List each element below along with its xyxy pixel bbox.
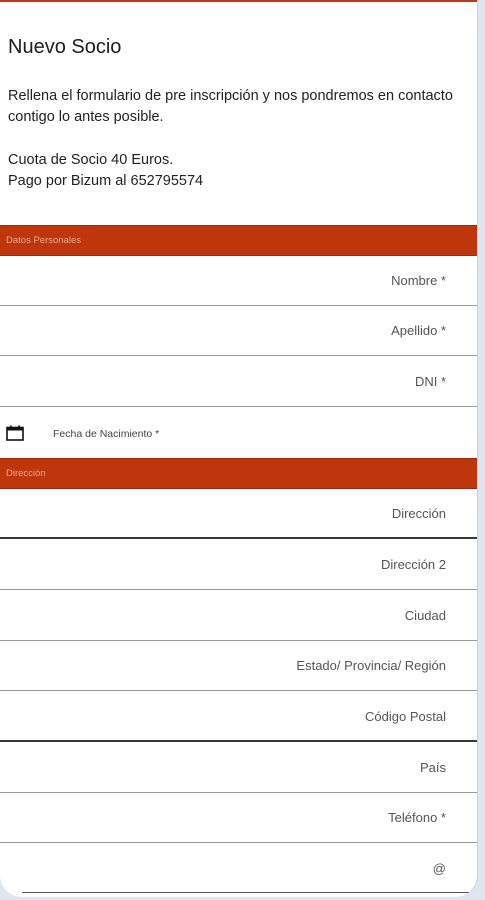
- telefono-field[interactable]: Teléfono *: [0, 793, 477, 843]
- fee-amount: Cuota de Socio 40 Euros.: [8, 152, 174, 168]
- section-header-address: Dirección: [0, 458, 477, 489]
- direccion2-field[interactable]: Dirección 2: [0, 540, 477, 590]
- payment-info: Pago por Bizum al 652795574: [8, 173, 204, 189]
- nombre-placeholder: Nombre *: [391, 273, 446, 288]
- codigo-postal-field[interactable]: Código Postal: [0, 692, 477, 742]
- estado-field[interactable]: Estado/ Provincia/ Región: [0, 641, 477, 691]
- direccion-field[interactable]: Dirección: [0, 489, 477, 539]
- ciudad-field[interactable]: Ciudad: [0, 591, 477, 641]
- telefono-placeholder: Teléfono *: [388, 810, 446, 825]
- birth-date-field[interactable]: Fecha de Nacimiento *: [0, 408, 477, 458]
- codigo-postal-placeholder: Código Postal: [365, 709, 446, 724]
- form-card: Nuevo Socio Rellena el formulario de pre…: [0, 0, 478, 897]
- email-underline: [22, 892, 477, 893]
- apellido-field[interactable]: Apellido *: [0, 306, 477, 356]
- section-header-personal: Datos Personales: [0, 225, 477, 256]
- section-label-personal: Datos Personales: [6, 235, 81, 246]
- page-title: Nuevo Socio: [8, 36, 122, 58]
- dni-field[interactable]: DNI *: [0, 357, 477, 407]
- nombre-field[interactable]: Nombre *: [0, 256, 477, 306]
- apellido-placeholder: Apellido *: [391, 323, 446, 338]
- direccion2-placeholder: Dirección 2: [380, 557, 446, 572]
- pais-placeholder: País: [419, 760, 446, 775]
- top-accent-rule: [0, 0, 477, 2]
- dni-placeholder: DNI *: [414, 374, 446, 389]
- estado-placeholder: Estado/ Provincia/ Región: [296, 658, 446, 673]
- intro-text: Rellena el formulario de pre inscripción…: [8, 88, 453, 125]
- pais-field[interactable]: País: [0, 743, 477, 793]
- section-label-address: Dirección: [6, 468, 46, 479]
- direccion-placeholder: Dirección: [391, 506, 446, 521]
- email-placeholder: @: [432, 861, 446, 876]
- ciudad-placeholder: Ciudad: [404, 608, 446, 623]
- calendar-icon[interactable]: [6, 425, 24, 441]
- birth-date-label: Fecha de Nacimiento *: [53, 428, 160, 440]
- email-field[interactable]: @: [0, 844, 477, 894]
- fee-info: Cuota de Socio 40 Euros. Pago por Bizum …: [8, 150, 468, 192]
